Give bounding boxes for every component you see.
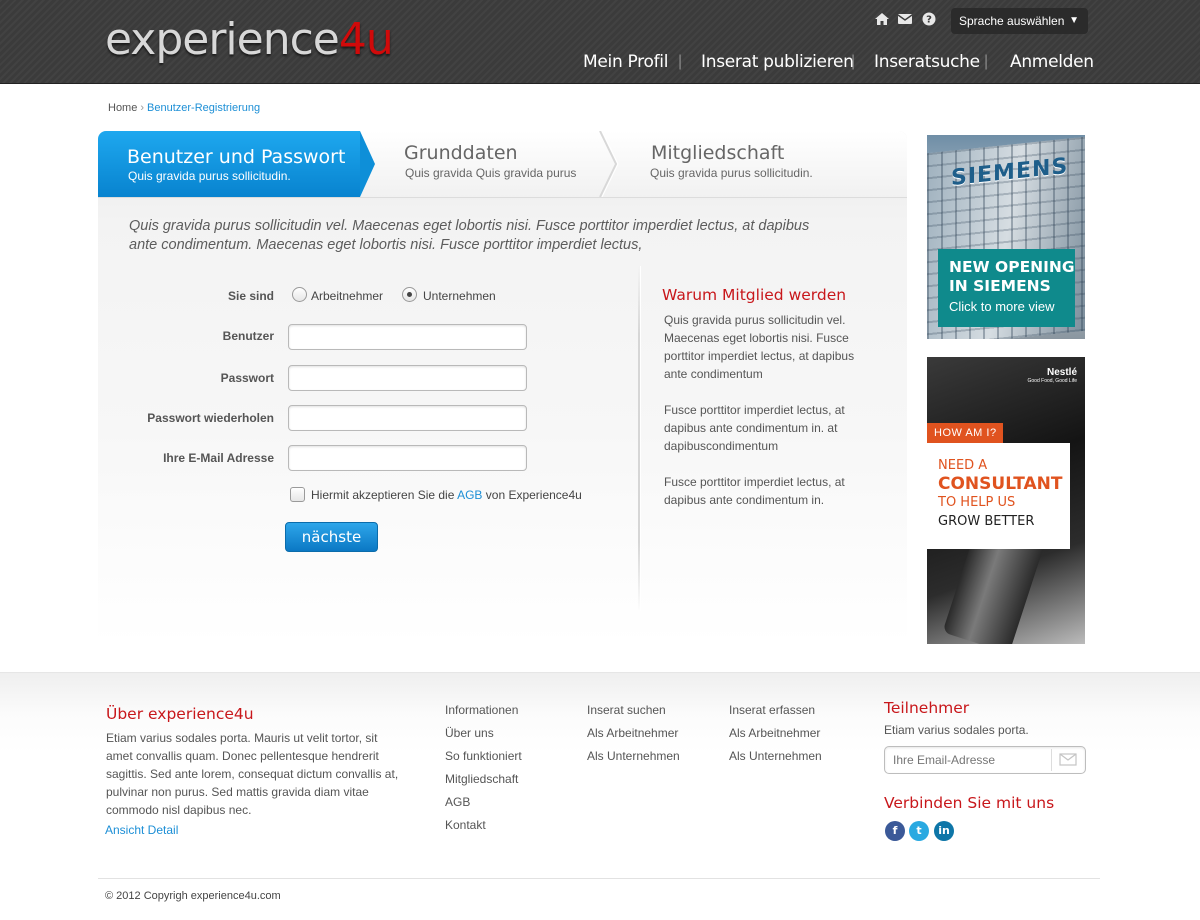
footer-link[interactable]: Als Arbeitnehmer bbox=[587, 722, 680, 745]
footer-link[interactable]: Inserat erfassen bbox=[729, 699, 822, 722]
breadcrumb-current[interactable]: Benutzer-Registrierung bbox=[147, 102, 260, 114]
footer-link[interactable]: Inserat suchen bbox=[587, 699, 680, 722]
siemens-ad-callout: NEW OPENING IN SIEMENS Click to more vie… bbox=[938, 249, 1075, 327]
about-detail-link[interactable]: Ansicht Detail bbox=[105, 823, 178, 837]
step-wizard: Benutzer und Passwort Quis gravida purus… bbox=[98, 131, 907, 198]
ad-line-3: TO HELP US bbox=[938, 495, 1016, 510]
step-3-subtitle: Quis gravida purus sollicitudin. bbox=[650, 166, 813, 180]
nestle-tagline: Good Food, Good Life bbox=[1027, 378, 1077, 384]
ad-line-4: GROW BETTER bbox=[938, 514, 1035, 529]
ad-headline-2: IN SIEMENS bbox=[949, 277, 1051, 295]
about-text: Etiam varius sodales porta. Mauris ut ve… bbox=[106, 731, 399, 817]
step-divider bbox=[599, 131, 619, 197]
nav-separator: | bbox=[984, 53, 989, 70]
copyright-text: © 2012 Copyrigh experience4u.com bbox=[105, 890, 281, 902]
step-2-title[interactable]: Grunddaten bbox=[404, 142, 518, 164]
ad-line-1: NEED A bbox=[938, 458, 988, 473]
agb-text: Hiermit akzeptieren Sie die AGB von Expe… bbox=[311, 488, 582, 502]
agb-suffix: von Experience4u bbox=[485, 488, 582, 502]
radio-unternehmen[interactable] bbox=[402, 287, 417, 302]
password-repeat-label: Passwort wiederholen bbox=[147, 411, 274, 425]
why-title: Warum Mitglied werden bbox=[662, 286, 847, 304]
nav-inserat-publizieren[interactable]: Inserat publizieren bbox=[701, 52, 854, 72]
step-2-subtitle: Quis gravida Quis gravida purus bbox=[405, 166, 577, 180]
step-1-title: Benutzer und Passwort bbox=[127, 146, 346, 168]
footer-link[interactable]: So funktioniert bbox=[445, 745, 522, 768]
newsletter-title: Teilnehmer bbox=[884, 699, 970, 717]
chevron-right-icon: › bbox=[140, 102, 145, 114]
nav-inseratsuche[interactable]: Inseratsuche bbox=[874, 52, 980, 72]
user-type-label: Sie sind bbox=[227, 289, 274, 303]
mail-icon[interactable] bbox=[897, 12, 913, 26]
caret-down-icon: ▼ bbox=[1069, 15, 1079, 26]
password-label: Passwort bbox=[220, 371, 274, 385]
header-utility-icons: ? bbox=[874, 12, 936, 26]
footer-link[interactable]: Über uns bbox=[445, 722, 522, 745]
footer-link[interactable]: Informationen bbox=[445, 699, 522, 722]
main-nav: Mein Profil | Inserat publizieren | Inse… bbox=[0, 52, 1200, 76]
nestle-ad-card: NEED A CONSULTANT TO HELP US GROW BETTER bbox=[927, 443, 1070, 549]
radio-unternehmen-label[interactable]: Unternehmen bbox=[423, 289, 496, 303]
twitter-icon[interactable]: t bbox=[909, 821, 929, 841]
radio-arbeitnehmer[interactable] bbox=[292, 287, 307, 302]
about-title: Über experience4u bbox=[106, 705, 254, 723]
next-button[interactable]: nächste bbox=[285, 522, 378, 552]
newsletter-text: Etiam varius sodales porta. bbox=[884, 723, 1029, 737]
footer-link[interactable]: AGB bbox=[445, 791, 522, 814]
radio-arbeitnehmer-label[interactable]: Arbeitnehmer bbox=[311, 289, 383, 303]
footer-column-search: Inserat suchen Als Arbeitnehmer Als Unte… bbox=[587, 699, 680, 768]
ad-cta: Click to more view bbox=[949, 299, 1055, 314]
language-select-label: Sprache auswählen bbox=[959, 14, 1065, 28]
footer-column-post: Inserat erfassen Als Arbeitnehmer Als Un… bbox=[729, 699, 822, 768]
agb-checkbox[interactable] bbox=[290, 487, 305, 502]
footer-divider bbox=[98, 878, 1100, 879]
why-paragraph-3: Fusce porttitor imperdiet lectus, at dap… bbox=[664, 475, 845, 507]
ad-line-2: CONSULTANT bbox=[938, 474, 1063, 494]
email-input[interactable] bbox=[288, 445, 527, 471]
vertical-divider bbox=[638, 266, 640, 611]
nestle-logo: Nestlé Good Food, Good Life bbox=[1028, 367, 1077, 384]
intro-text: Quis gravida purus sollicitudin vel. Mae… bbox=[129, 218, 810, 253]
linkedin-icon[interactable]: in bbox=[934, 821, 954, 841]
connect-title: Verbinden Sie mit uns bbox=[884, 794, 1055, 812]
breadcrumb-home[interactable]: Home bbox=[108, 102, 137, 114]
siemens-ad-banner[interactable]: SIEMENS NEW OPENING IN SIEMENS Click to … bbox=[927, 135, 1085, 339]
password-input[interactable] bbox=[288, 365, 527, 391]
password-repeat-input[interactable] bbox=[288, 405, 527, 431]
why-paragraph-2: Fusce porttitor imperdiet lectus, at dap… bbox=[664, 403, 845, 453]
nestle-brand: Nestlé bbox=[1046, 367, 1077, 378]
why-paragraph-1: Quis gravida purus sollicitudin vel. Mae… bbox=[664, 313, 855, 381]
language-select[interactable]: Sprache auswählen ▼ bbox=[951, 8, 1088, 34]
footer-link[interactable]: Als Unternehmen bbox=[729, 745, 822, 768]
nav-separator: | bbox=[851, 53, 856, 70]
footer-link[interactable]: Kontakt bbox=[445, 814, 522, 837]
breadcrumb: Home › Benutzer-Registrierung bbox=[108, 102, 260, 114]
username-input[interactable] bbox=[288, 324, 527, 350]
user-label: Benutzer bbox=[222, 329, 274, 343]
home-icon[interactable] bbox=[874, 12, 889, 26]
svg-text:?: ? bbox=[926, 15, 932, 26]
agb-prefix: Hiermit akzeptieren Sie die bbox=[311, 488, 455, 502]
help-icon[interactable]: ? bbox=[922, 12, 936, 26]
envelope-icon[interactable] bbox=[1051, 749, 1083, 771]
registration-panel: Benutzer und Passwort Quis gravida purus… bbox=[98, 131, 907, 644]
footer-column-info: Informationen Über uns So funktioniert M… bbox=[445, 699, 522, 837]
nestle-ad-banner[interactable]: Nestlé Good Food, Good Life HOW AM I? NE… bbox=[927, 357, 1085, 644]
nav-separator: | bbox=[678, 53, 683, 70]
email-label: Ihre E-Mail Adresse bbox=[163, 451, 274, 465]
footer-link[interactable]: Als Arbeitnehmer bbox=[729, 722, 822, 745]
nav-anmelden[interactable]: Anmelden bbox=[1010, 52, 1094, 72]
footer-link[interactable]: Mitgliedschaft bbox=[445, 768, 522, 791]
header-bar: experience4u ? Sprache auswählen ▼ Mein … bbox=[0, 0, 1200, 84]
agb-link[interactable]: AGB bbox=[457, 488, 482, 502]
ad-badge: HOW AM I? bbox=[927, 423, 1003, 443]
nav-mein-profil[interactable]: Mein Profil bbox=[583, 52, 668, 72]
facebook-icon[interactable]: f bbox=[885, 821, 905, 841]
step-arrow bbox=[360, 131, 375, 197]
ad-headline-1: NEW OPENING bbox=[949, 258, 1075, 276]
step-3-title[interactable]: Mitgliedschaft bbox=[651, 142, 784, 164]
step-1-subtitle: Quis gravida purus sollicitudin. bbox=[128, 169, 291, 183]
footer-link[interactable]: Als Unternehmen bbox=[587, 745, 680, 768]
